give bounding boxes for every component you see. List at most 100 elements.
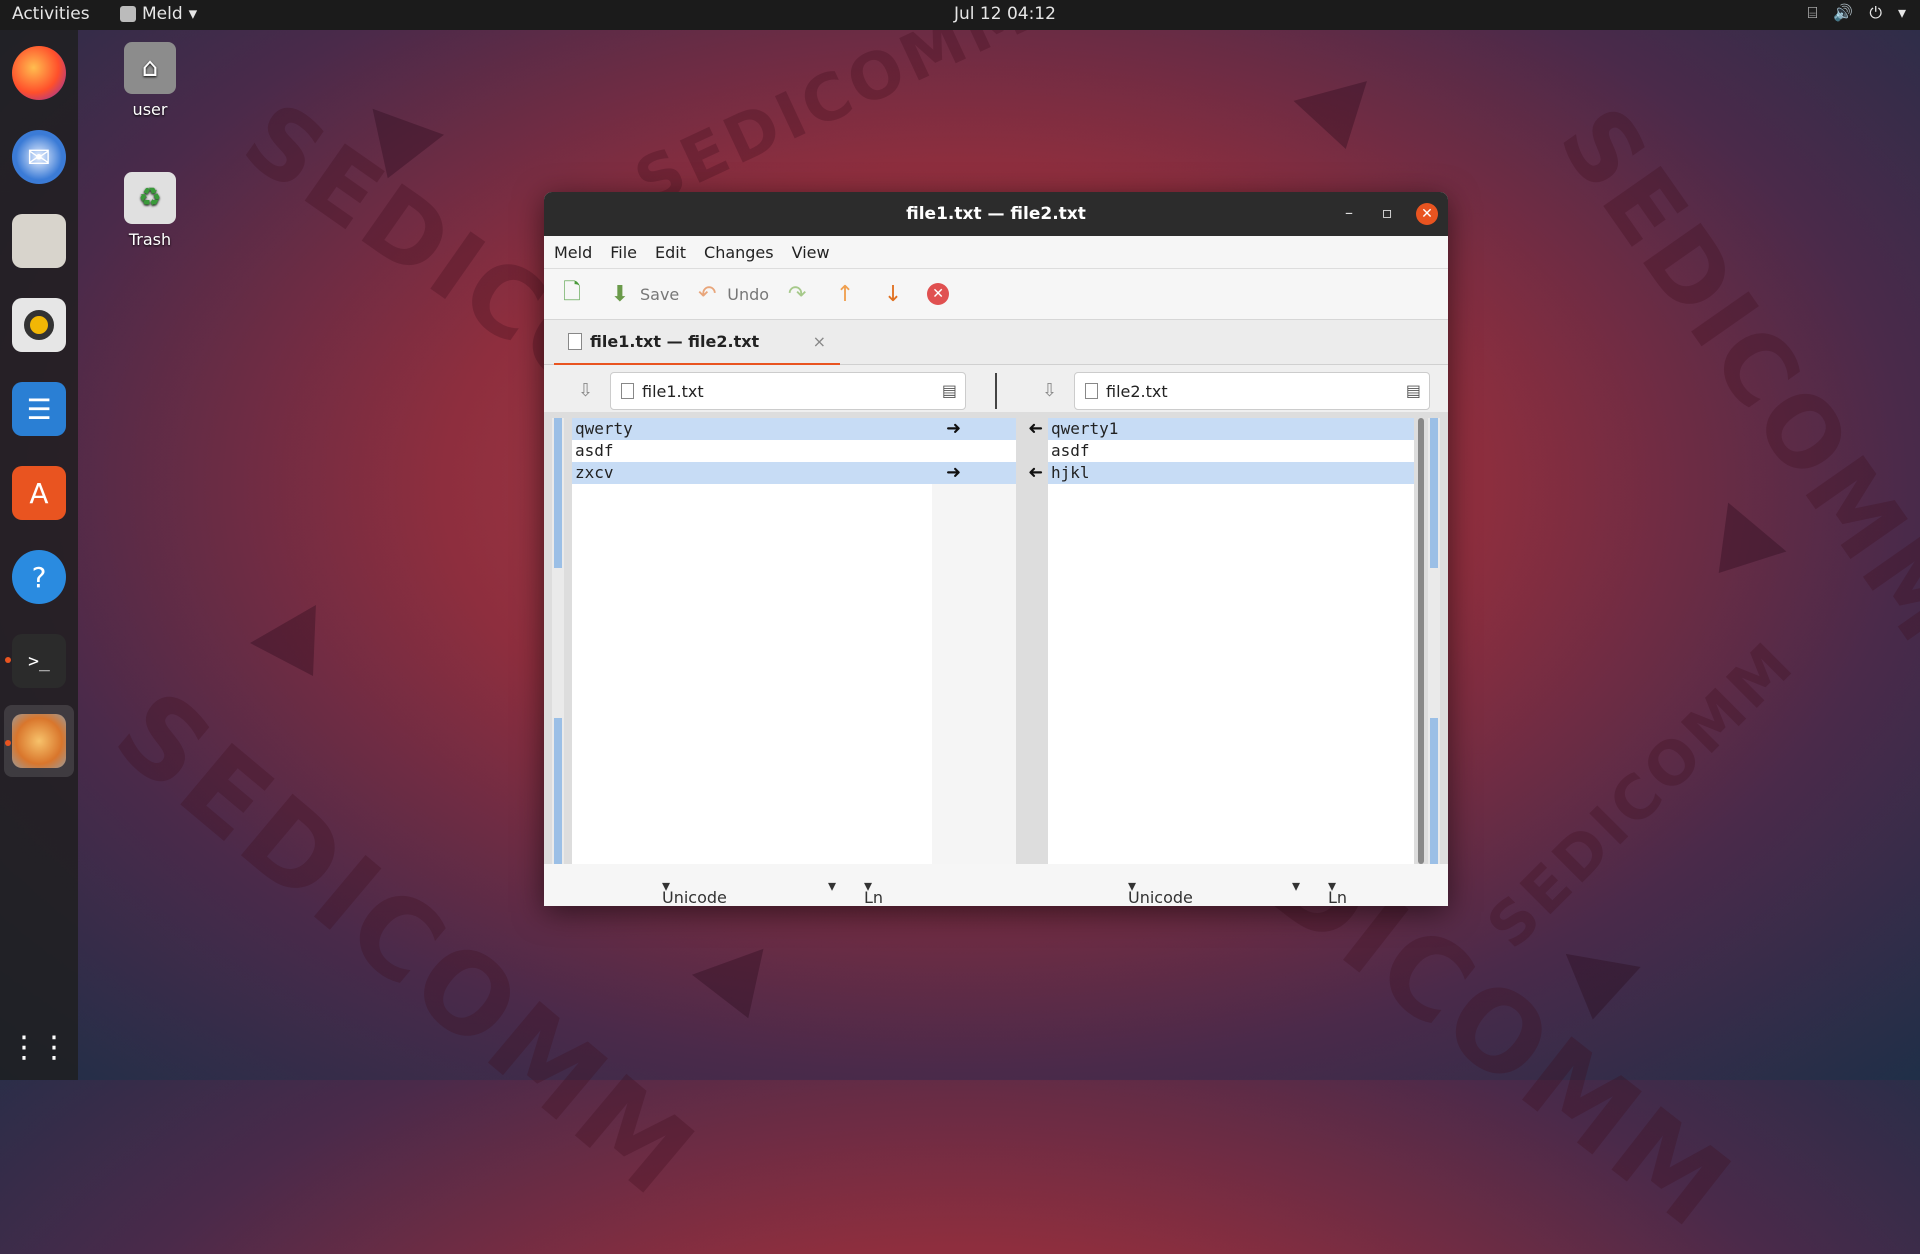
save-left-icon[interactable]: ⇩ — [578, 380, 593, 401]
activities-button[interactable]: Activities — [12, 4, 90, 24]
previous-change-button[interactable]: ↑ — [831, 280, 865, 308]
save-button[interactable]: ⬇ Save — [606, 280, 680, 308]
right-position-label: Ln 1, Col 1 — [1328, 888, 1348, 906]
stop-button[interactable]: ✕ — [927, 283, 955, 305]
menu-file[interactable]: File — [610, 243, 637, 262]
files-icon[interactable] — [12, 214, 66, 268]
left-position-label: Ln 3, Col 5 — [864, 888, 884, 906]
right-cursor-position[interactable]: Ln 1, Col 1 ▾ — [1328, 876, 1347, 906]
menu-edit[interactable]: Edit — [655, 243, 686, 262]
text-line[interactable]: asdf — [1048, 440, 1414, 462]
left-file-chooser[interactable]: file1.txt ▤ — [610, 372, 966, 410]
right-text-pane[interactable]: qwerty1 asdf hjkl — [1048, 418, 1414, 864]
left-language-selector[interactable]: ▾ — [828, 876, 836, 895]
undo-icon: ↶ — [698, 281, 717, 307]
close-button[interactable]: ✕ — [1416, 203, 1438, 225]
window-title: file1.txt — file2.txt — [906, 204, 1086, 224]
left-text-pane[interactable]: qwerty asdf zxcv — [572, 418, 932, 864]
desktop-icon-label: user — [132, 100, 168, 119]
left-encoding-selector[interactable]: Unicode (UTF-8) ▾ — [662, 876, 727, 906]
tab-comparison[interactable]: file1.txt — file2.txt × — [554, 320, 840, 366]
running-indicator — [5, 657, 11, 663]
left-file-name: file1.txt — [642, 381, 704, 401]
system-tray[interactable]: ⌸ 🔊 ⏻ ▾ — [1808, 3, 1906, 23]
undo-button[interactable]: ↶ Undo — [693, 280, 769, 308]
browse-icon[interactable]: ▤ — [1406, 381, 1421, 400]
thunderbird-icon[interactable]: ✉ — [12, 130, 66, 184]
right-overview-map[interactable] — [1428, 418, 1440, 864]
software-icon[interactable]: A — [12, 466, 66, 520]
toolbar: 🗋 ⬇ Save ↶ Undo ↷ ↑ ↓ ✕ — [544, 269, 1448, 320]
stop-icon: ✕ — [927, 283, 950, 305]
chevron-down-icon: ▾ — [188, 4, 198, 24]
app-grid-icon[interactable]: ⋮⋮ — [9, 1020, 69, 1074]
right-file-chooser[interactable]: file2.txt ▤ — [1074, 372, 1430, 410]
watermark-text: SEDICOMM — [1474, 627, 1809, 963]
redo-button[interactable]: ↷ — [783, 280, 817, 308]
push-right-arrow-icon[interactable]: ➜ — [946, 418, 961, 439]
document-icon — [568, 333, 582, 350]
desktop-icon-user[interactable]: ⌂ user — [100, 42, 200, 119]
chevron-down-icon[interactable]: ▾ — [1898, 3, 1906, 23]
pane-divider — [995, 373, 997, 409]
text-line[interactable]: hjkl — [1048, 462, 1414, 484]
document-icon — [1085, 383, 1098, 399]
diff-gutter — [932, 418, 1016, 864]
save-icon: ⬇ — [610, 281, 630, 307]
browse-icon[interactable]: ▤ — [942, 381, 957, 400]
menu-view[interactable]: View — [792, 243, 830, 262]
new-document-icon: 🗋 — [563, 280, 581, 305]
menu-changes[interactable]: Changes — [704, 243, 774, 262]
menu-meld[interactable]: Meld — [554, 243, 592, 262]
text-line[interactable]: qwerty — [572, 418, 932, 440]
new-comparison-button[interactable]: 🗋 — [558, 280, 592, 308]
text-line[interactable]: asdf — [572, 440, 932, 462]
meld-icon[interactable] — [12, 714, 66, 768]
save-right-icon[interactable]: ⇩ — [1042, 380, 1057, 401]
title-bar[interactable]: file1.txt — file2.txt – ▫ ✕ — [544, 192, 1448, 236]
app-menu-label: Meld — [142, 4, 183, 24]
next-change-button[interactable]: ↓ — [879, 280, 913, 308]
arrow-up-icon: ↑ — [835, 281, 855, 307]
minimize-button[interactable]: – — [1338, 203, 1360, 225]
right-scrollbar[interactable] — [1418, 418, 1424, 864]
tab-bar: file1.txt — file2.txt × — [544, 320, 1448, 366]
rhythmbox-icon[interactable] — [12, 298, 66, 352]
trash-icon: ♻ — [124, 172, 176, 224]
power-icon[interactable]: ⏻ — [1869, 3, 1882, 23]
network-icon[interactable]: ⌸ — [1808, 3, 1818, 23]
terminal-icon[interactable]: >_ — [12, 634, 66, 688]
volume-icon[interactable]: 🔊 — [1833, 3, 1853, 23]
text-line[interactable]: zxcv — [572, 462, 932, 484]
left-encoding-label: Unicode (UTF-8) — [662, 888, 727, 906]
left-cursor-position[interactable]: Ln 3, Col 5 ▾ — [864, 876, 883, 906]
push-left-arrow-icon[interactable]: ➜ — [1028, 462, 1043, 483]
clock[interactable]: Jul 12 04:12 — [954, 4, 1056, 24]
maximize-button[interactable]: ▫ — [1376, 203, 1398, 225]
status-bar: Unicode (UTF-8) ▾ ▾ Ln 3, Col 5 ▾ Unicod… — [544, 864, 1448, 906]
running-indicator — [5, 740, 11, 746]
right-encoding-selector[interactable]: Unicode (UTF-8) ▾ — [1128, 876, 1193, 906]
firefox-icon[interactable] — [12, 46, 66, 100]
home-folder-icon: ⌂ — [124, 42, 176, 94]
top-bar: Activities Meld ▾ Jul 12 04:12 ⌸ 🔊 ⏻ ▾ — [0, 0, 1920, 30]
text-line[interactable]: qwerty1 — [1048, 418, 1414, 440]
tab-close-button[interactable]: × — [813, 332, 826, 351]
writer-icon[interactable]: ☰ — [12, 382, 66, 436]
save-label: Save — [640, 284, 680, 304]
push-left-arrow-icon[interactable]: ➜ — [1028, 418, 1043, 439]
menu-bar: Meld File Edit Changes View — [544, 236, 1448, 269]
push-right-arrow-icon[interactable]: ➜ — [946, 462, 961, 483]
file-selector-row: ⇩ file1.txt ▤ ⇩ file2.txt ▤ — [544, 365, 1448, 415]
desktop-icon-trash[interactable]: ♻ Trash — [100, 172, 200, 249]
left-overview-map[interactable] — [552, 418, 564, 864]
watermark-text: SEDICOMM — [624, 0, 1044, 221]
arrow-down-icon: ↓ — [883, 281, 903, 307]
app-menu[interactable]: Meld ▾ — [120, 4, 197, 24]
help-icon[interactable]: ? — [12, 550, 66, 604]
right-language-selector[interactable]: ▾ — [1292, 876, 1300, 895]
meld-app-icon — [120, 6, 136, 22]
dock: ✉ ☰ A ? >_ ⋮⋮ — [0, 30, 78, 1080]
undo-label: Undo — [727, 284, 770, 304]
right-file-name: file2.txt — [1106, 381, 1168, 401]
